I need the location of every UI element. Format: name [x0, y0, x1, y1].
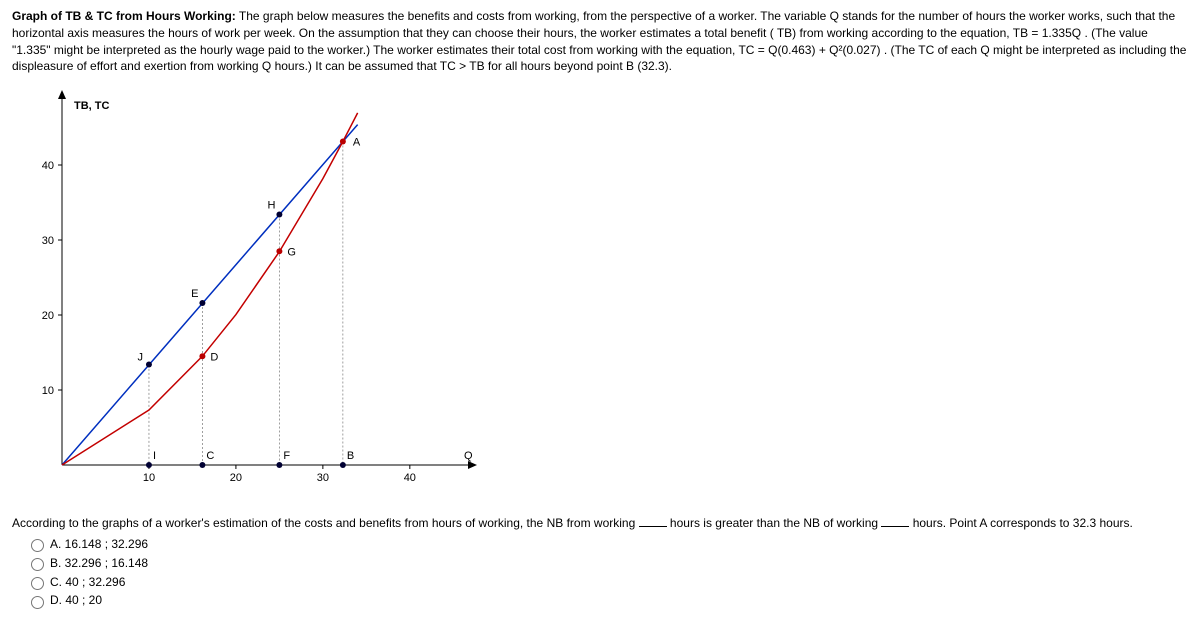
svg-text:40: 40 — [42, 160, 54, 172]
question-stem-b: hours is greater than the NB of working — [667, 516, 882, 530]
svg-text:C: C — [206, 450, 214, 462]
svg-text:TB, TC: TB, TC — [74, 100, 109, 112]
svg-text:D: D — [210, 351, 218, 363]
svg-text:Q: Q — [464, 450, 473, 462]
svg-text:40: 40 — [404, 472, 416, 484]
choice-d[interactable]: D. 40 ; 20 — [26, 592, 1188, 609]
choice-list: A. 16.148 ; 32.296 B. 32.296 ; 16.148 C.… — [12, 536, 1188, 609]
svg-text:A: A — [353, 137, 361, 149]
choice-c-label: C. 40 ; 32.296 — [50, 574, 125, 591]
choice-b[interactable]: B. 32.296 ; 16.148 — [26, 555, 1188, 572]
svg-text:20: 20 — [230, 472, 242, 484]
svg-text:B: B — [347, 450, 354, 462]
blank-2 — [881, 516, 909, 527]
question-stem-c: hours. Point A corresponds to 32.3 hours… — [909, 516, 1132, 530]
choice-c[interactable]: C. 40 ; 32.296 — [26, 574, 1188, 591]
svg-text:10: 10 — [42, 385, 54, 397]
svg-text:30: 30 — [42, 235, 54, 247]
choice-a-label: A. 16.148 ; 32.296 — [50, 536, 148, 553]
choice-a[interactable]: A. 16.148 ; 32.296 — [26, 536, 1188, 553]
intro-paragraph: Graph of TB & TC from Hours Working: The… — [12, 8, 1188, 75]
svg-text:30: 30 — [317, 472, 329, 484]
svg-text:10: 10 — [143, 472, 155, 484]
question-block: According to the graphs of a worker's es… — [12, 515, 1188, 609]
intro-title: Graph of TB & TC from Hours Working: — [12, 9, 236, 23]
svg-text:E: E — [191, 288, 198, 300]
radio-c[interactable] — [31, 577, 44, 590]
blank-1 — [639, 516, 667, 527]
svg-text:G: G — [287, 246, 296, 258]
question-stem-a: According to the graphs of a worker's es… — [12, 516, 639, 530]
choice-d-label: D. 40 ; 20 — [50, 592, 102, 609]
chart-tb-tc: 10 20 30 40 10 20 30 40 TB, TC A H G E D J I C F B Q — [22, 85, 482, 505]
radio-b[interactable] — [31, 558, 44, 571]
choice-b-label: B. 32.296 ; 16.148 — [50, 555, 148, 572]
radio-d[interactable] — [31, 596, 44, 609]
svg-text:H: H — [267, 200, 275, 212]
svg-text:J: J — [137, 352, 143, 364]
radio-a[interactable] — [31, 539, 44, 552]
svg-text:20: 20 — [42, 310, 54, 322]
svg-text:F: F — [283, 450, 290, 462]
svg-text:I: I — [153, 450, 156, 462]
